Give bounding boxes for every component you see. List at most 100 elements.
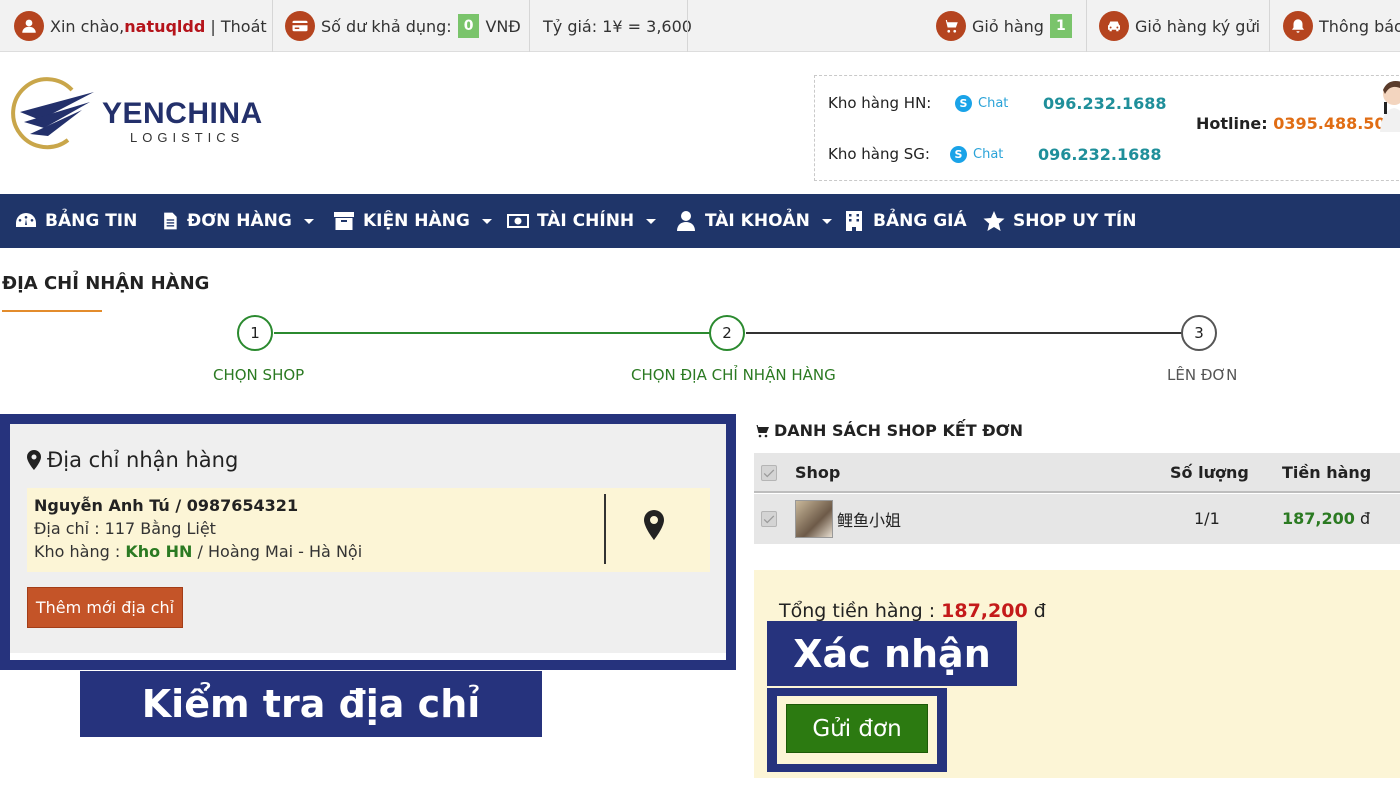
bell-icon [1283,11,1313,41]
page-title: ĐỊA CHỈ NHẬN HÀNG [2,273,210,294]
dashboard-icon [16,213,36,227]
balance-value: 0 [457,14,480,38]
support-agent-icon [1380,81,1400,132]
shop-quantity: 1/1 [1194,509,1220,528]
skype-icon: S [950,146,967,163]
divider [529,0,530,52]
nav-label: ĐƠN HÀNG [187,211,292,231]
chat-label: Chat [978,96,1009,111]
chat-sg-link[interactable]: S Chat [950,146,1003,163]
card-divider [604,494,606,564]
building-icon [846,211,862,231]
shop-thumbnail [795,500,833,538]
chevron-down-icon [303,218,314,224]
address-title: Địa chỉ nhận hàng [27,448,238,472]
row-checkbox[interactable] [761,511,777,527]
chat-label: Chat [973,147,1004,162]
top-bar: Xin chào, natuqldd | Thoát Số dư khả dụn… [0,0,1400,52]
hotline-label: Hotline: [1196,114,1274,133]
step-1-label: CHỌN SHOP [213,366,305,384]
nav-label: KIỆN HÀNG [363,211,470,231]
nav-item-tai-khoan[interactable]: TÀI KHOẢN [674,194,832,248]
money-icon [507,214,529,228]
cart-icon [936,11,966,41]
nav-label: BẢNG GIÁ [873,211,967,231]
cart-count-badge: 1 [1049,14,1072,38]
shop-list-title-text: DANH SÁCH SHOP KẾT ĐƠN [774,421,1024,440]
logout-link[interactable]: Thoát [221,17,267,36]
divider [272,0,273,52]
step-connector-done [274,332,712,334]
warehouse-sg-phone[interactable]: 096.232.1688 [1038,145,1161,164]
divider [687,0,688,52]
map-marker-icon[interactable] [644,510,664,540]
notifications-link[interactable]: Thông báo [1283,0,1400,52]
confirm-overlay: Xác nhận [767,621,1017,686]
balance-currency: VNĐ [485,16,521,36]
warehouse-hn-phone[interactable]: 096.232.1688 [1043,94,1166,113]
step-3-circle: 3 [1181,315,1217,351]
cart-label: Giỏ hàng [972,16,1044,36]
consign-cart-label: Giỏ hàng ký gửi [1135,16,1261,36]
chevron-down-icon [821,218,832,224]
title-underline [2,310,102,312]
map-marker-icon [27,450,41,470]
credit-card-icon [285,11,315,41]
logo-text: YENCHINA [102,97,263,130]
step-connector-pending [746,332,1182,334]
panel-footer [10,653,726,660]
chat-hn-link[interactable]: S Chat [955,95,1008,112]
warehouse-name: Kho HN [125,542,193,561]
nav-label: TÀI CHÍNH [537,211,635,231]
shop-amount: 187,200 đ [1282,509,1370,528]
check-address-overlay: Kiểm tra địa chỉ [80,671,542,737]
logo-subtext: LOGISTICS [130,130,245,145]
checkmark-icon [763,469,775,478]
chevron-down-icon [646,218,657,224]
consign-cart-link[interactable]: Giỏ hàng ký gửi [1099,0,1260,52]
address-line: Địa chỉ : 117 Bằng Liệt [34,519,216,538]
document-icon [164,212,177,230]
chevron-down-icon [481,218,492,224]
balance-label: Số dư khả dụng: [321,16,452,36]
nav-item-bang-tin[interactable]: BẢNG TIN [14,194,137,248]
checkmark-icon [763,515,775,524]
column-header-amount: Tiền hàng [1282,463,1372,482]
nav-item-don-hang[interactable]: ĐƠN HÀNG [160,194,314,248]
separator: | [205,16,221,36]
step-2-circle[interactable]: 2 [709,315,745,351]
warehouse-suffix: / Hoàng Mai - Hà Nội [192,542,363,561]
nav-item-tai-chinh[interactable]: TÀI CHÍNH [506,194,657,248]
nav-label: BẢNG TIN [45,211,138,231]
divider [1269,0,1270,52]
nav-label: SHOP UY TÍN [1013,211,1137,231]
user-icon [677,211,695,231]
add-address-button[interactable]: Thêm mới địa chỉ [27,587,183,628]
warehouse-prefix: Kho hàng : [34,542,126,561]
select-all-checkbox[interactable] [761,465,777,481]
user-icon [14,11,44,41]
warehouse-sg-label: Kho hàng SG: [828,145,930,163]
divider [1086,0,1087,52]
cart-link[interactable]: Giỏ hàng 1 [936,0,1078,52]
star-icon [983,211,1005,231]
user-greeting: Xin chào, natuqldd | Thoát [14,0,267,52]
total-currency: đ [1027,600,1046,622]
shop-name[interactable]: 鲤鱼小姐 [837,507,901,531]
column-header-quantity: Số lượng [1170,463,1249,482]
logo-mark-icon [11,77,94,150]
column-header-shop: Shop [795,463,841,482]
step-1-circle[interactable]: 1 [237,315,273,351]
nav-item-bang-gia[interactable]: BẢNG GIÁ [842,194,967,248]
nav-item-kien-hang[interactable]: KIỆN HÀNG [332,194,492,248]
step-2-label: CHỌN ĐỊA CHỈ NHẬN HÀNG [631,366,836,384]
step-3-label: LÊN ĐƠN [1167,366,1238,384]
nav-item-shop-uy-tin[interactable]: SHOP UY TÍN [982,194,1136,248]
total-label: Tổng tiền hàng : [779,600,942,622]
shop-list-title: DANH SÁCH SHOP KẾT ĐƠN [754,421,1023,440]
submit-order-button[interactable]: Gửi đơn [786,704,928,753]
total-value: 187,200 [941,600,1028,622]
yenchina-logo[interactable]: YENCHINA LOGISTICS [10,76,280,156]
hotline: Hotline: 0395.488.506 [1196,114,1397,133]
username[interactable]: natuqldd [124,17,205,36]
